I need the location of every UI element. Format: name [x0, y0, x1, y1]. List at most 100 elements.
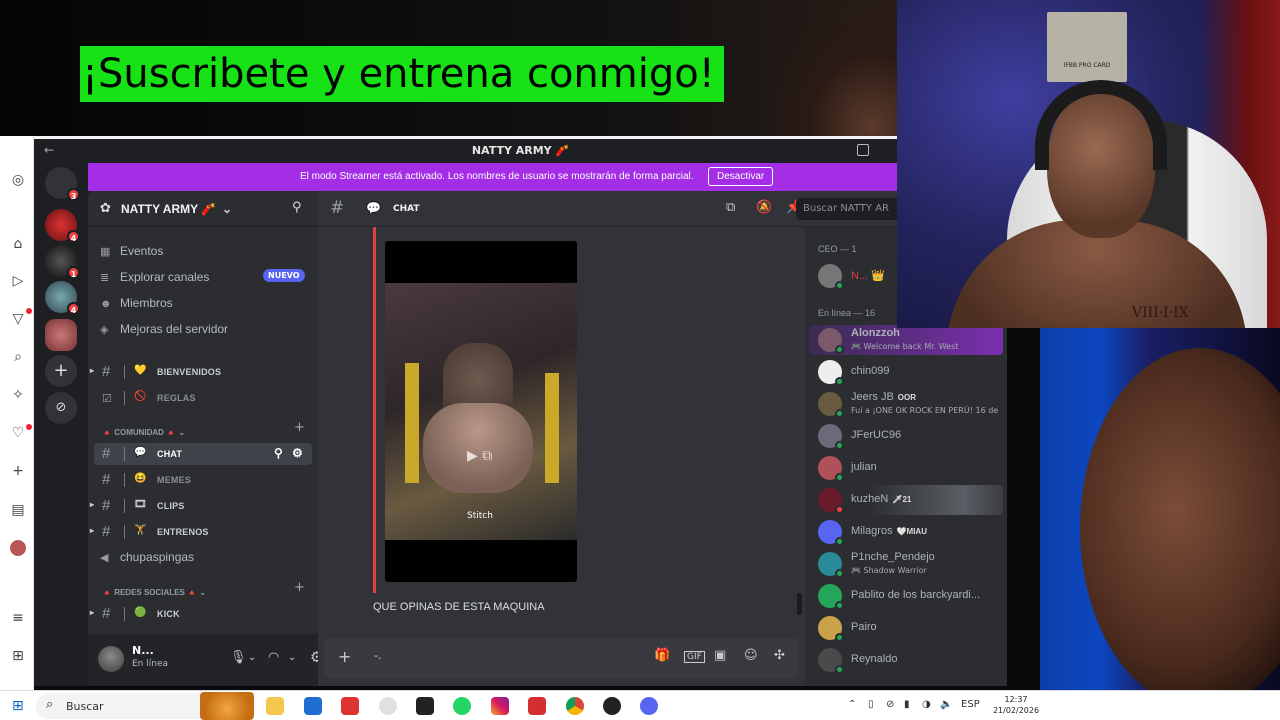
nav-events[interactable]: ▦ Eventos [100, 244, 163, 264]
screen: ¡Suscribete y entrena conmigo! ◎ ⌂ ▷ ▽ ⌕… [0, 0, 1280, 720]
play-icon[interactable]: ▶ ⧉ [467, 448, 492, 464]
reels-icon[interactable]: ▷ [10, 273, 26, 289]
profile-avatar[interactable] [10, 540, 26, 556]
gear-icon[interactable]: ⚙ [292, 446, 303, 460]
emoji-icon[interactable]: ☺ [744, 648, 758, 663]
member-item[interactable]: Alonzzoh 🎮 Welcome back Mr. West [809, 325, 1003, 355]
tray-icon[interactable]: ▯ [868, 699, 874, 710]
explore-icon[interactable]: ✧ [10, 387, 26, 403]
tray-icon[interactable]: ▮ [904, 699, 910, 710]
member-item[interactable]: JFerUC96 [809, 421, 1003, 451]
scrollbar[interactable] [797, 593, 802, 615]
whatsapp-icon[interactable] [453, 697, 471, 715]
filter-icon[interactable]: ▽ [10, 311, 26, 327]
whatsapp-icon[interactable] [379, 697, 397, 715]
add-channel-icon[interactable]: + [294, 420, 305, 435]
user-avatar[interactable] [98, 646, 124, 672]
subscribe-banner: ¡Suscribete y entrena conmigo! [80, 46, 724, 102]
guild-header[interactable]: ✿ NATTY ARMY 🧨 ⌄ ⚲ [88, 191, 318, 227]
member-item[interactable]: kuzheN 🗡21 [809, 485, 1003, 515]
instagram-icon[interactable]: ◎ [10, 172, 26, 188]
discover-icon[interactable]: ⊘ [45, 392, 77, 424]
member-avatar [818, 488, 844, 514]
chevron-down-icon[interactable]: ⌄ [288, 652, 296, 663]
category-redes-sociales[interactable]: 🔺 REDES SOCIALES 🔺 ⌄ [102, 588, 206, 597]
microphone-icon[interactable]: 🎙 [230, 650, 247, 665]
category-label: COMUNIDAD [114, 428, 164, 437]
member-item[interactable]: julian [809, 453, 1003, 483]
chevron-up-icon[interactable]: ⌃ [848, 699, 856, 710]
gif-icon[interactable]: GIF [684, 651, 705, 663]
add-server-icon[interactable]: + [45, 355, 77, 387]
inbox-icon[interactable] [857, 144, 869, 156]
member-item[interactable]: Milagros 🤍MIAU [809, 517, 1003, 547]
gift-icon[interactable]: 🎁 [654, 648, 670, 663]
discord-home-icon[interactable]: 3 [45, 167, 80, 201]
chevron-down-icon[interactable]: ⌄ [248, 652, 256, 663]
discord-taskbar-icon[interactable] [640, 697, 658, 715]
nav-members[interactable]: ☻ Miembros [100, 296, 173, 316]
apps-icon[interactable]: ⊞ [10, 648, 26, 664]
instagram-icon[interactable] [491, 697, 509, 715]
invite-icon[interactable]: ⚲ [292, 200, 302, 215]
sticker-icon[interactable]: ▣ [714, 648, 726, 663]
menu-icon[interactable]: ≡ [10, 610, 26, 626]
member-item[interactable]: P1nche_Pendejo 🎮 Shadow Warrior [809, 549, 1003, 579]
add-attachment-icon[interactable]: + [338, 647, 351, 666]
composer-box[interactable] [324, 638, 799, 678]
channel-entrenos[interactable]: ▸ # 🏋 ENTRENOS [90, 521, 312, 543]
member-item[interactable]: Pairo [809, 613, 1003, 643]
member-item[interactable]: Jeers JB OOR Fui a ¡ONE OK ROCK EN PERÚ! … [809, 389, 1003, 419]
channel-memes[interactable]: # 😆 MEMES [94, 469, 312, 491]
video-embed[interactable]: ▶ ⧉ Stitch [385, 241, 577, 582]
search-icon[interactable]: ⌕ [10, 349, 26, 365]
heart-icon[interactable]: ♡ [10, 425, 26, 441]
analytics-icon[interactable]: ▤ [10, 502, 26, 518]
channel-clips[interactable]: ▸ # 🎞 CLIPS [90, 495, 312, 517]
headphones-icon[interactable]: ◠ [268, 650, 279, 665]
member-item[interactable]: chin099 [809, 357, 1003, 387]
windows-taskbar: ⊞ ⌕ Buscar ⌃ ▯ ⊘ ▮ ◑ 🔈 ESP 12:37 21/02/2… [0, 690, 1280, 720]
channel-chat[interactable]: # 💬 CHAT ⚲ ⚙ [94, 443, 312, 465]
nav-server-boost[interactable]: ◈ Mejoras del servidor [100, 322, 228, 342]
unread-badge: 1 [67, 266, 80, 279]
add-channel-icon[interactable]: + [294, 580, 305, 595]
nav-browse-channels[interactable]: ≣ Explorar canales [100, 270, 209, 290]
home-icon[interactable]: ⌂ [10, 236, 26, 252]
server-natty-army[interactable] [45, 319, 77, 351]
capcut-icon[interactable] [416, 697, 434, 715]
server-icon[interactable]: 4 [45, 281, 80, 315]
online-status-dot [835, 377, 844, 386]
channel-bienvenidos[interactable]: ▸ # 💛 BIENVENIDOS [90, 361, 312, 383]
file-explorer-icon[interactable] [266, 697, 284, 715]
threads-icon[interactable]: ⧉ [726, 200, 735, 215]
server-clips[interactable]: 4 [45, 209, 80, 243]
obs-icon[interactable] [603, 697, 621, 715]
deactivate-button[interactable]: Desactivar [708, 167, 774, 186]
windows-start-icon[interactable]: ⊞ [12, 698, 24, 714]
voice-channel[interactable]: ◀ chupaspingas [100, 550, 194, 570]
username: N... [132, 644, 154, 657]
channel-reglas[interactable]: ☑ 🚫 REGLAS [94, 387, 312, 409]
member-item[interactable]: Reynaldo [809, 645, 1003, 675]
tray-icon[interactable]: ⊘ [886, 699, 894, 710]
channel-kick[interactable]: ▸ # 🟢 KICK [90, 603, 312, 625]
plus-icon[interactable]: + [10, 463, 26, 479]
notification-bell-icon[interactable]: 🔕 [756, 200, 772, 215]
invite-member-icon[interactable]: ⚲ [274, 446, 283, 460]
composer-input[interactable]: -. [374, 649, 381, 662]
chrome-icon[interactable] [566, 697, 584, 715]
channel-divider [124, 447, 125, 461]
app-icon[interactable] [341, 697, 359, 715]
tray-icon[interactable]: ◑ [922, 699, 931, 710]
clock[interactable]: 12:37 21/02/2026 [990, 694, 1042, 716]
member-item[interactable]: Pablito de los barckyardi... [809, 581, 1003, 611]
store-icon[interactable] [304, 697, 322, 715]
volume-icon[interactable]: 🔈 [940, 699, 952, 710]
category-comunidad[interactable]: 🔺 COMUNIDAD 🔺 ⌄ [102, 428, 185, 437]
channel-emoji: 🏋 [134, 525, 147, 536]
apps-icon[interactable]: ✣ [774, 648, 785, 663]
media-player-icon[interactable] [528, 697, 546, 715]
language-indicator[interactable]: ESP [961, 699, 980, 710]
server-icon[interactable]: 1 [45, 245, 80, 279]
